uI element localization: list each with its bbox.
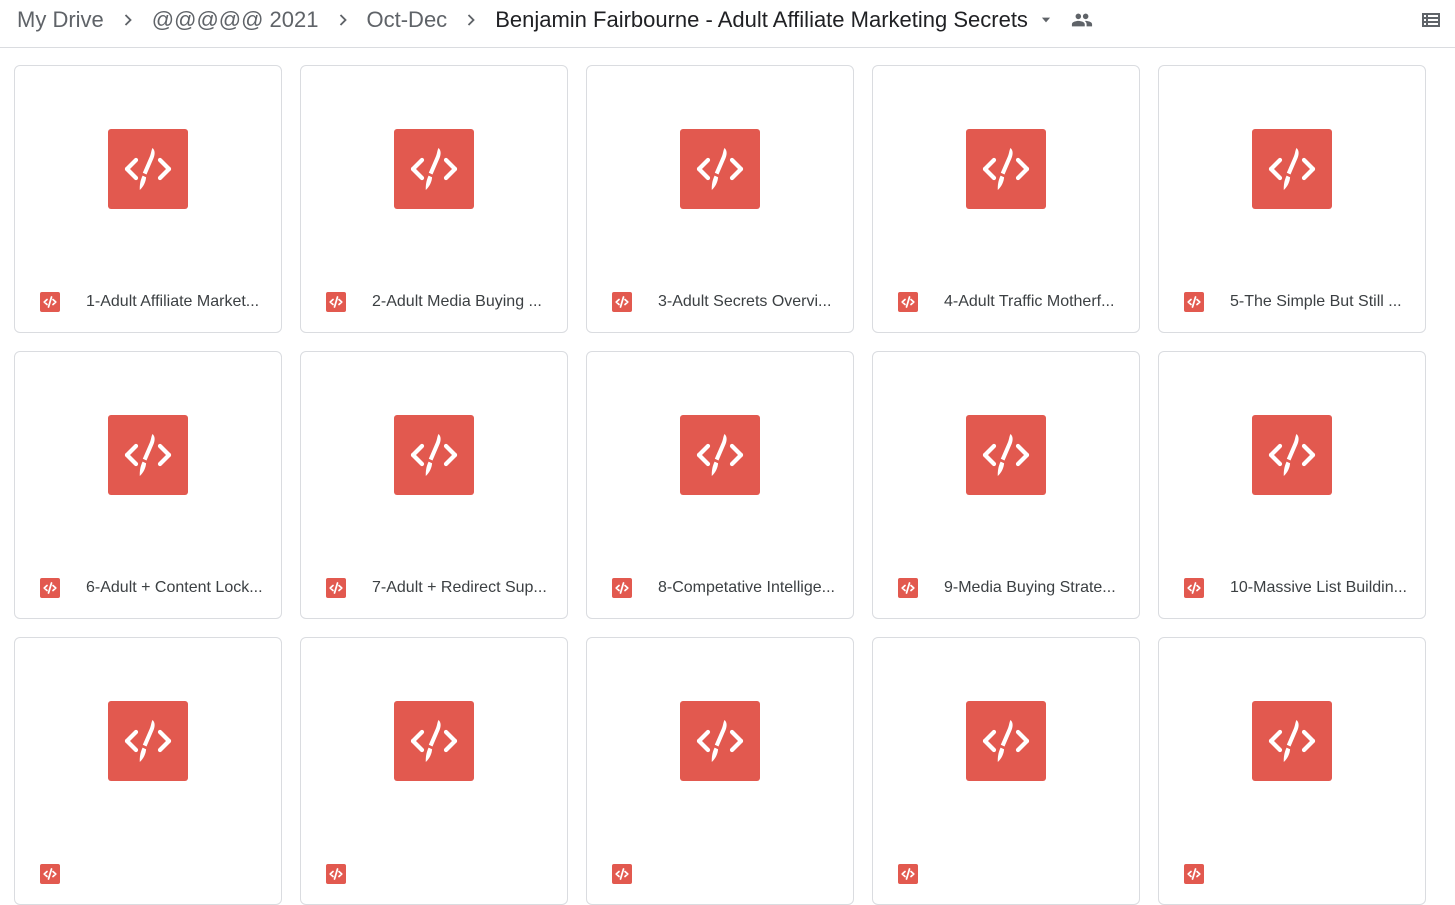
file-card[interactable] <box>14 637 282 905</box>
html-file-thumbnail-icon <box>394 129 474 209</box>
file-name: 9-Media Buying Strate... <box>944 579 1116 596</box>
file-card[interactable]: 7-Adult + Redirect Sup... <box>300 351 568 619</box>
file-card[interactable]: 6-Adult + Content Lock... <box>14 351 282 619</box>
html-file-thumbnail-icon <box>108 701 188 781</box>
file-name-row: 6-Adult + Content Lock... <box>15 574 281 602</box>
chevron-right-icon <box>333 1 353 39</box>
file-name-row: 9-Media Buying Strate... <box>873 574 1139 602</box>
html-file-icon <box>1184 292 1204 312</box>
file-grid: 1-Adult Affiliate Market... 2-Adult Medi… <box>14 65 1426 905</box>
html-file-icon <box>612 578 632 598</box>
file-card[interactable]: 8-Competative Intellige... <box>586 351 854 619</box>
html-file-thumbnail-icon <box>680 415 760 495</box>
file-name-row: 7-Adult + Redirect Sup... <box>301 574 567 602</box>
breadcrumb: My Drive @@@@@ 2021 Oct-Dec Benjamin Fai… <box>0 0 1100 40</box>
file-name: 8-Competative Intellige... <box>658 579 835 596</box>
file-name: 5-The Simple But Still ... <box>1230 293 1402 310</box>
file-card[interactable]: 3-Adult Secrets Overvi... <box>586 65 854 333</box>
chevron-right-icon <box>461 1 481 39</box>
file-name-row <box>587 860 853 888</box>
html-file-thumbnail-icon <box>1252 129 1332 209</box>
breadcrumb-year-folder[interactable]: @@@@@ 2021 <box>142 1 329 39</box>
html-file-thumbnail-icon <box>394 415 474 495</box>
file-name-row <box>301 860 567 888</box>
html-file-thumbnail-icon <box>680 129 760 209</box>
html-file-icon <box>1184 578 1204 598</box>
breadcrumb-my-drive[interactable]: My Drive <box>0 1 114 39</box>
html-file-thumbnail-icon <box>1252 415 1332 495</box>
file-card[interactable] <box>872 637 1140 905</box>
file-name-row: 4-Adult Traffic Motherf... <box>873 288 1139 316</box>
file-card[interactable]: 10-Massive List Buildin... <box>1158 351 1426 619</box>
html-file-thumbnail-icon <box>966 701 1046 781</box>
file-name-row <box>1159 860 1425 888</box>
html-file-thumbnail-icon <box>1252 701 1332 781</box>
html-file-icon <box>326 578 346 598</box>
html-file-icon <box>1184 864 1204 884</box>
html-file-thumbnail-icon <box>966 129 1046 209</box>
file-card[interactable]: 1-Adult Affiliate Market... <box>14 65 282 333</box>
file-card[interactable]: 5-The Simple But Still ... <box>1158 65 1426 333</box>
html-file-icon <box>898 292 918 312</box>
chevron-right-icon <box>118 1 138 39</box>
html-file-icon <box>898 864 918 884</box>
file-card[interactable] <box>1158 637 1426 905</box>
top-bar: My Drive @@@@@ 2021 Oct-Dec Benjamin Fai… <box>0 0 1455 48</box>
file-name: 1-Adult Affiliate Market... <box>86 293 260 310</box>
file-name-row: 5-The Simple But Still ... <box>1159 288 1425 316</box>
html-file-icon <box>40 864 60 884</box>
file-name: 3-Adult Secrets Overvi... <box>658 293 832 310</box>
file-card[interactable]: 9-Media Buying Strate... <box>872 351 1140 619</box>
file-card[interactable] <box>586 637 854 905</box>
html-file-thumbnail-icon <box>966 415 1046 495</box>
file-name-row: 10-Massive List Buildin... <box>1159 574 1425 602</box>
file-card[interactable]: 4-Adult Traffic Motherf... <box>872 65 1140 333</box>
file-name-row <box>873 860 1139 888</box>
file-name-row: 3-Adult Secrets Overvi... <box>587 288 853 316</box>
file-name: 7-Adult + Redirect Sup... <box>372 579 547 596</box>
html-file-icon <box>40 292 60 312</box>
html-file-icon <box>612 864 632 884</box>
file-name: 10-Massive List Buildin... <box>1230 579 1407 596</box>
html-file-icon <box>40 578 60 598</box>
html-file-icon <box>326 292 346 312</box>
file-name-row <box>15 860 281 888</box>
html-file-icon <box>898 578 918 598</box>
file-name: 2-Adult Media Buying ... <box>372 293 542 310</box>
html-file-thumbnail-icon <box>108 415 188 495</box>
html-file-icon <box>612 292 632 312</box>
html-file-icon <box>326 864 346 884</box>
file-card[interactable] <box>300 637 568 905</box>
breadcrumb-quarter-folder[interactable]: Oct-Dec <box>357 1 458 39</box>
html-file-thumbnail-icon <box>680 701 760 781</box>
breadcrumb-current-folder[interactable]: Benjamin Fairbourne - Adult Affiliate Ma… <box>485 1 1034 39</box>
arrow-drop-down-icon[interactable] <box>1034 1 1058 39</box>
list-view-icon[interactable] <box>1417 6 1445 34</box>
file-name-row: 8-Competative Intellige... <box>587 574 853 602</box>
file-name-row: 1-Adult Affiliate Market... <box>15 288 281 316</box>
file-name: 4-Adult Traffic Motherf... <box>944 293 1115 310</box>
file-name-row: 2-Adult Media Buying ... <box>301 288 567 316</box>
people-icon[interactable] <box>1064 1 1100 39</box>
file-card[interactable]: 2-Adult Media Buying ... <box>300 65 568 333</box>
html-file-thumbnail-icon <box>108 129 188 209</box>
html-file-thumbnail-icon <box>394 701 474 781</box>
file-name: 6-Adult + Content Lock... <box>86 579 263 596</box>
